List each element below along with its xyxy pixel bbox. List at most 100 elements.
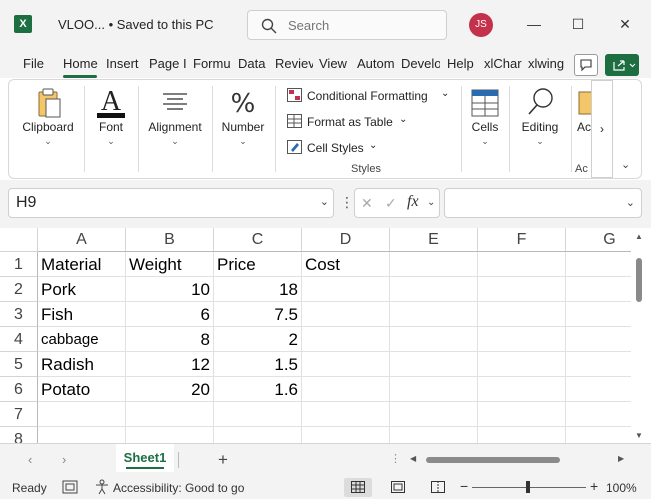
cell-g6[interactable]	[566, 377, 631, 402]
cell-g4[interactable]	[566, 327, 631, 352]
zoom-out-button[interactable]: −	[460, 478, 468, 494]
share-button[interactable]	[605, 54, 639, 76]
cell-f2[interactable]	[478, 277, 566, 302]
scroll-thumb[interactable]	[636, 258, 642, 302]
cell-e1[interactable]	[390, 252, 478, 277]
cell-c1[interactable]: Price	[214, 252, 302, 277]
horizontal-scroll-thumb[interactable]	[426, 457, 560, 463]
cell-a7[interactable]	[38, 402, 126, 427]
row-header-8[interactable]: 8	[0, 427, 38, 443]
column-header-b[interactable]: B	[126, 228, 214, 252]
cell-f8[interactable]	[478, 427, 566, 443]
maximize-button[interactable]: ☐	[566, 12, 590, 36]
insert-function-button[interactable]: fx	[407, 193, 419, 211]
cell-a5[interactable]: Radish	[38, 352, 126, 377]
cell-d7[interactable]	[302, 402, 390, 427]
tab-review[interactable]: Reviev	[275, 56, 313, 71]
zoom-level[interactable]: 100%	[606, 481, 637, 495]
add-sheet-button[interactable]: +	[218, 450, 228, 470]
sheet-tab-sheet1[interactable]: Sheet1	[116, 444, 174, 472]
cell-d2[interactable]	[302, 277, 390, 302]
scroll-left-icon[interactable]: ◀	[410, 454, 416, 463]
select-all-button[interactable]	[0, 228, 38, 252]
cell-b3[interactable]: 6	[126, 302, 214, 327]
previous-sheet-icon[interactable]: ‹	[28, 452, 32, 467]
cell-e4[interactable]	[390, 327, 478, 352]
cell-c4[interactable]: 2	[214, 327, 302, 352]
column-header-e[interactable]: E	[390, 228, 478, 252]
editing-group[interactable]: Editing ⌄	[513, 80, 567, 178]
cell-e7[interactable]	[390, 402, 478, 427]
cell-a8[interactable]	[38, 427, 126, 443]
more-icon[interactable]: ⋮	[390, 452, 401, 465]
scroll-up-icon[interactable]: ▲	[635, 232, 643, 241]
macro-recording-icon[interactable]	[62, 480, 78, 494]
column-header-f[interactable]: F	[478, 228, 566, 252]
cell-e5[interactable]	[390, 352, 478, 377]
scroll-down-icon[interactable]: ▼	[635, 431, 643, 440]
cell-b2[interactable]: 10	[126, 277, 214, 302]
cell-a4[interactable]: cabbage	[38, 327, 126, 352]
enter-icon[interactable]: ✓	[385, 195, 397, 212]
tab-automate[interactable]: Autom	[357, 56, 395, 71]
cell-c8[interactable]	[214, 427, 302, 443]
vertical-scrollbar[interactable]: ▲ ▼	[631, 228, 651, 443]
tab-help[interactable]: Help	[447, 56, 477, 71]
cell-g2[interactable]	[566, 277, 631, 302]
tab-page-layout[interactable]: Page I	[149, 56, 186, 71]
tab-insert[interactable]: Insert	[106, 56, 142, 71]
row-header-5[interactable]: 5	[0, 352, 38, 377]
cell-g1[interactable]	[566, 252, 631, 277]
formula-input[interactable]: ⌄	[444, 188, 642, 218]
document-title[interactable]: VLOO... • Saved to this PC	[58, 17, 214, 32]
cell-f7[interactable]	[478, 402, 566, 427]
cell-e2[interactable]	[390, 277, 478, 302]
cell-a2[interactable]: Pork	[38, 277, 126, 302]
cell-d1[interactable]: Cost	[302, 252, 390, 277]
row-header-6[interactable]: 6	[0, 377, 38, 402]
column-header-a[interactable]: A	[38, 228, 126, 252]
number-group[interactable]: % Number ⌄	[215, 80, 271, 178]
scroll-right-icon[interactable]: ▶	[618, 454, 624, 463]
cell-b6[interactable]: 20	[126, 377, 214, 402]
tab-developer[interactable]: Develo	[401, 56, 440, 71]
cell-c7[interactable]	[214, 402, 302, 427]
name-box[interactable]: ⌄	[8, 188, 334, 218]
column-header-g[interactable]: G	[566, 228, 631, 252]
cell-c3[interactable]: 7.5	[214, 302, 302, 327]
cell-e6[interactable]	[390, 377, 478, 402]
cell-a6[interactable]: Potato	[38, 377, 126, 402]
cell-g3[interactable]	[566, 302, 631, 327]
cell-b7[interactable]	[126, 402, 214, 427]
tab-formulas[interactable]: Formu	[193, 56, 230, 71]
cell-c2[interactable]: 18	[214, 277, 302, 302]
row-header-3[interactable]: 3	[0, 302, 38, 327]
cell-f6[interactable]	[478, 377, 566, 402]
cell-d5[interactable]	[302, 352, 390, 377]
search-box[interactable]	[247, 10, 447, 40]
cell-b8[interactable]	[126, 427, 214, 443]
search-input[interactable]	[288, 16, 438, 34]
cell-b5[interactable]: 12	[126, 352, 214, 377]
cell-a1[interactable]: Material	[38, 252, 126, 277]
normal-view-button[interactable]	[344, 478, 372, 497]
close-button[interactable]: ✕	[613, 12, 637, 36]
cell-c6[interactable]: 1.6	[214, 377, 302, 402]
cancel-icon[interactable]: ✕	[361, 195, 373, 212]
next-sheet-icon[interactable]: ›	[62, 452, 66, 467]
comments-button[interactable]	[574, 54, 598, 76]
page-break-view-button[interactable]	[424, 478, 452, 497]
zoom-slider-thumb[interactable]	[526, 481, 530, 493]
cell-b1[interactable]: Weight	[126, 252, 214, 277]
cell-d6[interactable]	[302, 377, 390, 402]
excel-icon[interactable]: X	[14, 15, 32, 33]
cell-g7[interactable]	[566, 402, 631, 427]
tab-xlchart[interactable]: xlChar	[484, 56, 522, 71]
collapse-ribbon-icon[interactable]: ⌄	[621, 158, 630, 171]
row-header-1[interactable]: 1	[0, 252, 38, 277]
row-header-7[interactable]: 7	[0, 402, 38, 427]
cells-group[interactable]: Cells ⌄	[465, 80, 505, 178]
chevron-down-icon[interactable]: ⌄	[320, 195, 329, 208]
chevron-down-icon[interactable]: ⌄	[427, 197, 435, 208]
tab-view[interactable]: View	[319, 56, 351, 71]
